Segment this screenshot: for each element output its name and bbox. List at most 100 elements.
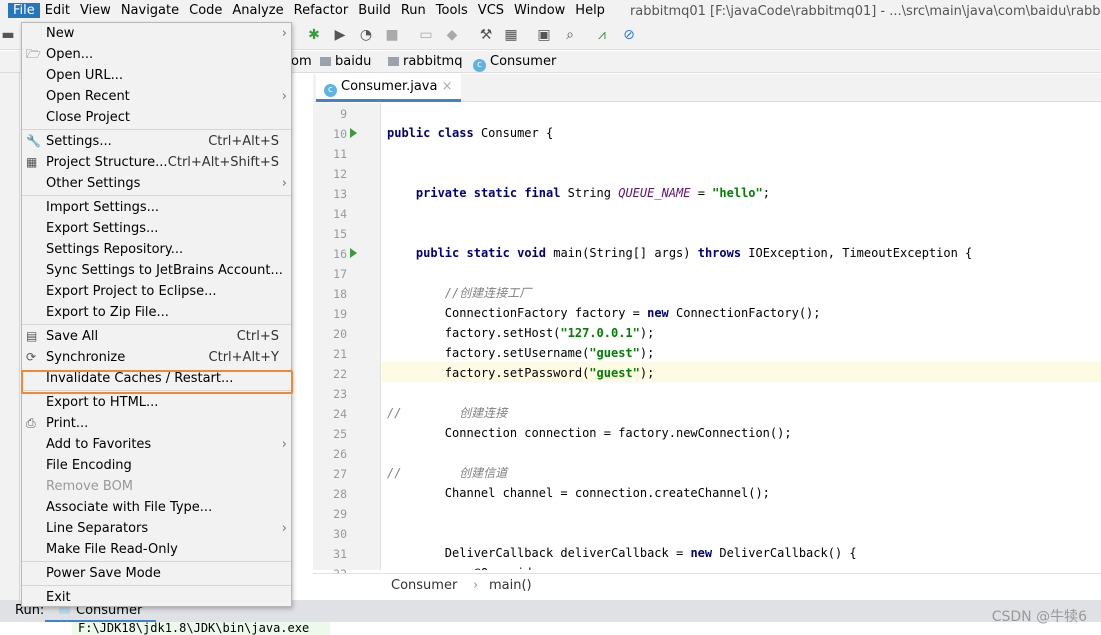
coverage-icon[interactable]: ▶ (332, 27, 348, 43)
menu-view[interactable]: View (75, 3, 116, 18)
line-number: 28 (333, 487, 347, 501)
debug-icon[interactable]: ✱ (306, 27, 322, 43)
menu-item-project-structure[interactable]: ▦ Project Structure... Ctrl+Alt+Shift+S (22, 152, 291, 173)
code-editor[interactable]: public class Consumer { private static f… (382, 103, 1101, 570)
chevron-right-icon: › (281, 176, 287, 191)
terminal-icon[interactable]: ▣ (536, 27, 552, 43)
menu-item-exit[interactable]: Exit (22, 587, 291, 608)
menu-item-export-settings[interactable]: Export Settings... (22, 218, 291, 239)
folder-icon[interactable]: ▬ (0, 27, 16, 43)
line-number: 10 (333, 127, 347, 141)
menu-item-remove-bom[interactable]: Remove BOM (22, 476, 291, 497)
menu-item-label: Exit (46, 590, 71, 605)
menu-item-label: Open... (46, 47, 94, 62)
menu-item-print[interactable]: ⎙ Print... (22, 413, 291, 434)
sync-icon: ⟳ (26, 350, 37, 364)
breadcrumb-method[interactable]: main() (489, 578, 532, 593)
shortcut: Ctrl+S (236, 329, 279, 344)
line-number: 14 (333, 207, 347, 221)
shortcut: Ctrl+Alt+S (208, 134, 279, 149)
close-icon[interactable]: × (442, 79, 453, 94)
menu-window[interactable]: Window (509, 3, 570, 18)
menu-run[interactable]: Run (396, 3, 431, 18)
menu-item-synchronize[interactable]: ⟳ Synchronize Ctrl+Alt+Y (22, 347, 291, 368)
menu-build[interactable]: Build (353, 3, 396, 18)
menu-item-new[interactable]: New › (22, 23, 291, 44)
menu-file[interactable]: File (8, 3, 40, 18)
editor-gutter: 9 10 11 12 13 14 15 16 17 18 19 20 21 22 23 24 25 26 27 28 2… (313, 103, 381, 581)
project-structure-icon[interactable]: ▦ (503, 27, 519, 43)
menu-item-label: Remove BOM (46, 479, 134, 494)
line-number: 11 (333, 147, 347, 161)
menu-item-line-separators[interactable]: Line Separators › (22, 518, 291, 539)
code-line: Connection connection = factory.newConne… (387, 426, 792, 440)
menu-code[interactable]: Code (184, 3, 227, 18)
menu-item-label: Sync Settings to JetBrains Account... (46, 263, 283, 278)
menu-bar: File Edit View Navigate Code Analyze Refactor B… (0, 0, 1101, 22)
console-output: F:\JDK18\jdk1.8\JDK\bin\java.exe (0, 622, 1101, 635)
menu-tools[interactable]: Tools (431, 3, 473, 18)
menu-edit[interactable]: Edit (40, 3, 75, 18)
chevron-right-icon: › (281, 521, 287, 536)
print-icon: ⎙ (26, 416, 36, 430)
menu-item-settings[interactable]: 🔧 Settings... Ctrl+Alt+S (22, 131, 291, 152)
menu-item-export-to-html[interactable]: Export to HTML... (22, 392, 291, 413)
menu-separator (22, 129, 291, 130)
menu-item-import-settings[interactable]: Import Settings... (22, 197, 291, 218)
menu-help[interactable]: Help (570, 3, 610, 18)
profile-icon[interactable]: ◔ (358, 27, 374, 43)
menu-item-open[interactable]: 🗁 Open... (22, 44, 291, 65)
menu-item-file-encoding[interactable]: File Encoding (22, 455, 291, 476)
power-save-icon[interactable]: ⊘ (621, 27, 637, 43)
menu-item-close-project[interactable]: Close Project (22, 107, 291, 128)
build-icon[interactable]: ▭ (418, 27, 434, 43)
menu-item-label: Line Separators (46, 521, 149, 536)
menu-item-export-project-to-eclipse[interactable]: Export Project to Eclipse... (22, 281, 291, 302)
highlight-box (21, 370, 293, 394)
menu-separator (22, 561, 291, 562)
menu-separator (22, 585, 291, 586)
class-icon: c (473, 59, 486, 72)
tab-consumer-java[interactable]: c Consumer.java × (316, 74, 461, 102)
breadcrumb-com[interactable]: om (291, 54, 312, 69)
code-line: private static final String QUEUE_NAME =… (415, 186, 770, 200)
run-gutter-icon[interactable] (350, 128, 357, 138)
breadcrumb-consumer[interactable]: c Consumer (473, 54, 556, 72)
menu-item-open-recent[interactable]: Open Recent › (22, 86, 291, 107)
line-number: 31 (333, 547, 347, 561)
run-gutter-icon[interactable] (350, 248, 357, 258)
breadcrumb-baidu[interactable]: baidu (320, 54, 371, 69)
breadcrumb-rabbitmq[interactable]: rabbitmq (388, 54, 462, 69)
menu-item-save-all[interactable]: ▤ Save All Ctrl+S (22, 326, 291, 347)
menu-item-add-to-favorites[interactable]: Add to Favorites › (22, 434, 291, 455)
breadcrumb-class[interactable]: Consumer (391, 578, 457, 593)
menu-vcs[interactable]: VCS (473, 3, 509, 18)
wrench-icon[interactable]: ⚒ (478, 27, 494, 43)
menu-item-make-file-read-only[interactable]: Make File Read-Only (22, 539, 291, 560)
menu-item-label: Export to Zip File... (46, 305, 169, 320)
code-line: factory.setPassword("guest"); (387, 366, 655, 380)
menu-item-label: Settings... (46, 134, 112, 149)
line-number: 9 (340, 107, 347, 121)
menu-item-other-settings[interactable]: Other Settings › (22, 173, 291, 194)
menu-item-settings-repository[interactable]: Settings Repository... (22, 239, 291, 260)
menu-navigate[interactable]: Navigate (116, 3, 184, 18)
deploy-icon[interactable]: ◆ (444, 27, 460, 43)
code-line: factory.setHost("127.0.0.1"); (387, 326, 655, 340)
activity-monitor-icon[interactable]: ⩘ (594, 27, 610, 43)
menu-item-sync-settings-to-jetbrains-account[interactable]: Sync Settings to JetBrains Account... (22, 260, 291, 281)
menu-item-export-to-zip-file[interactable]: Export to Zip File... (22, 302, 291, 323)
menu-item-power-save-mode[interactable]: Power Save Mode (22, 563, 291, 584)
stop-icon[interactable]: ■ (384, 27, 400, 43)
menu-item-label: Associate with File Type... (46, 500, 213, 515)
watermark: CSDN @牛犊6 (991, 609, 1087, 625)
menu-item-label: Import Settings... (46, 200, 159, 215)
menu-analyze[interactable]: Analyze (227, 3, 288, 18)
menu-refactor[interactable]: Refactor (289, 3, 354, 18)
menu-item-associate-with-file-type[interactable]: Associate with File Type... (22, 497, 291, 518)
breadcrumb-label: baidu (335, 54, 372, 69)
menu-item-label: File Encoding (46, 458, 132, 473)
menu-item-open-url[interactable]: Open URL... (22, 65, 291, 86)
search-icon[interactable]: ⌕ (562, 27, 578, 43)
line-number: 20 (333, 327, 347, 341)
